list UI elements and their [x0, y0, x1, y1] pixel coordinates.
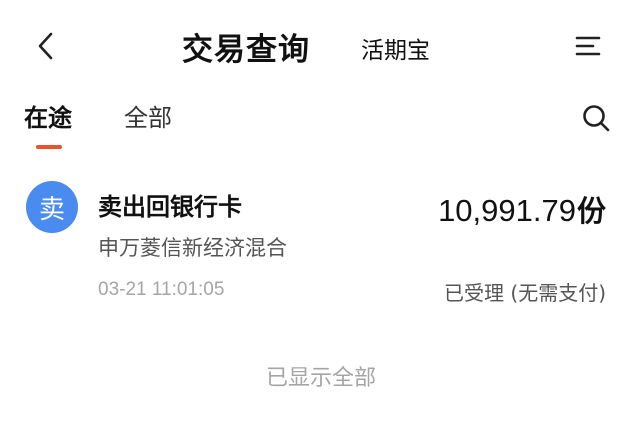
fund-name: 申万菱信新经济混合 [98, 236, 287, 260]
menu-button[interactable] [568, 30, 608, 62]
amount-unit: 份 [576, 194, 606, 228]
record-title: 卖出回银行卡 [98, 193, 242, 221]
amount-value: 10,991.79 [438, 193, 576, 228]
record-status: 已受理 (无需支付) [444, 281, 606, 305]
tab-in-transit[interactable]: 在途 [24, 98, 72, 133]
tab-bar: 在途 全部 [0, 92, 642, 158]
transaction-record[interactable]: 卖 卖出回银行卡 10,991.79 份 申万菱信新经济混合 03-21 11:0… [0, 170, 642, 320]
search-button[interactable] [578, 100, 614, 136]
chevron-left-icon [38, 32, 53, 60]
account-name[interactable]: 活期宝 [361, 31, 430, 65]
record-time: 03-21 11:01:05 [98, 279, 225, 300]
page-title: 交易查询 [182, 32, 310, 68]
record-amount: 10,991.79 份 [438, 188, 606, 230]
menu-lines-icon [575, 36, 601, 56]
search-icon [583, 105, 610, 132]
back-button[interactable] [26, 26, 66, 66]
active-tab-indicator [36, 145, 62, 149]
all-shown-note: 已显示全部 [265, 366, 376, 391]
tab-all[interactable]: 全部 [124, 98, 172, 133]
sell-badge: 卖 [26, 181, 78, 233]
header: 交易查询 活期宝 [0, 0, 642, 92]
